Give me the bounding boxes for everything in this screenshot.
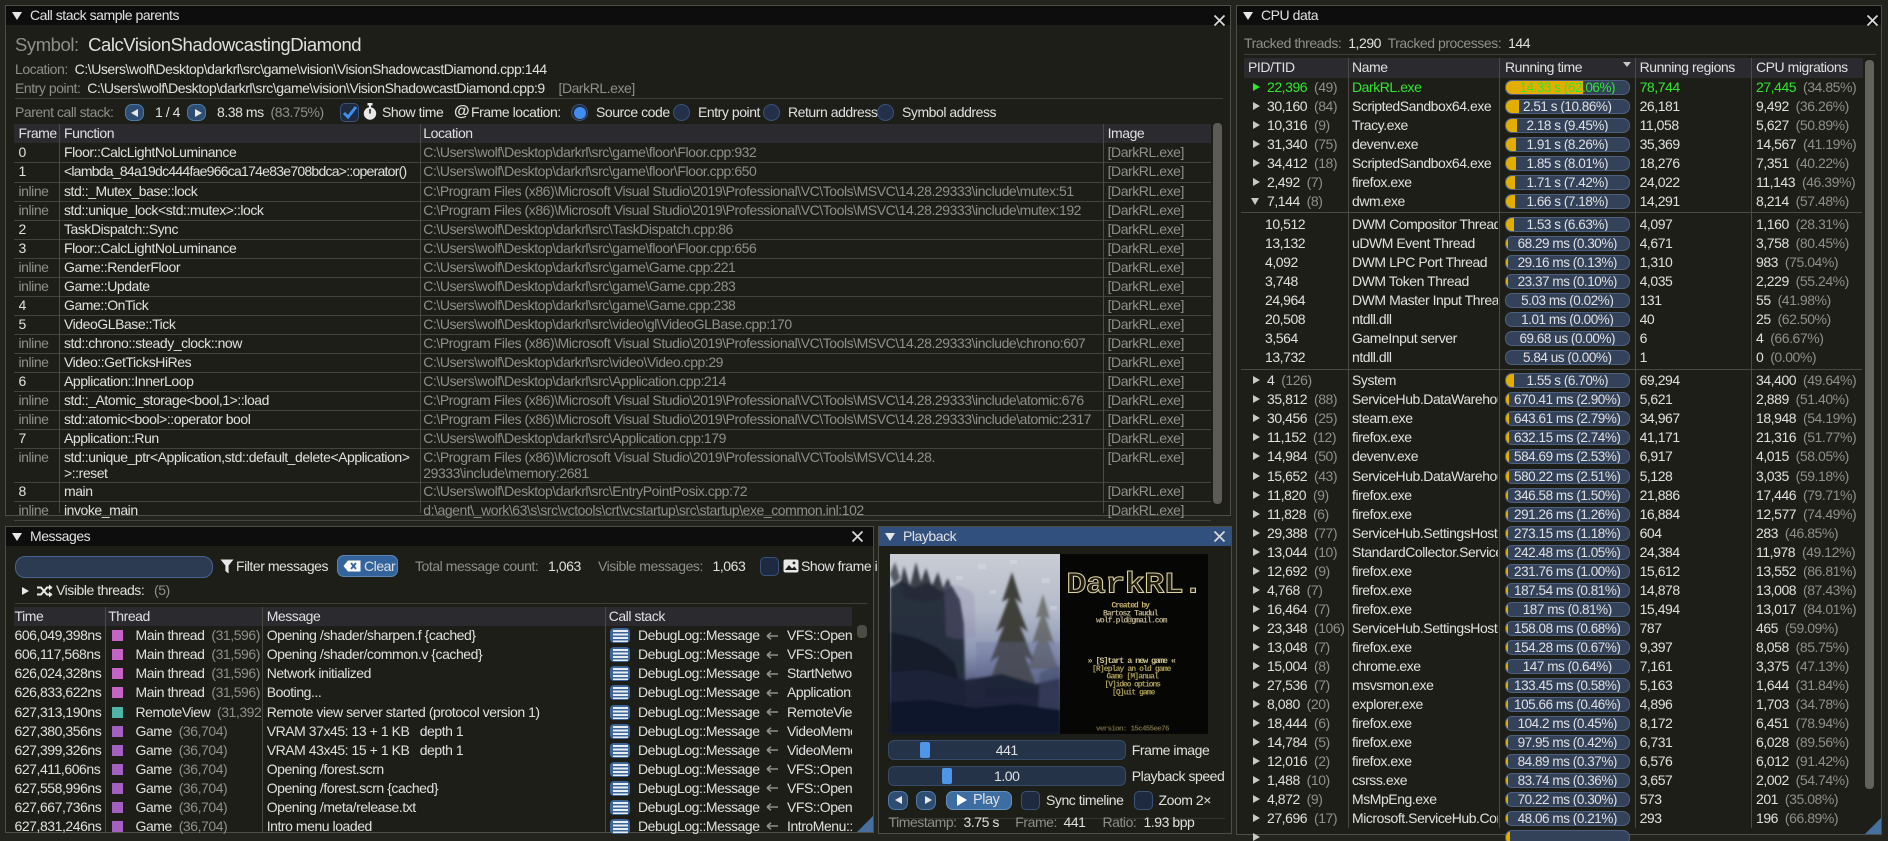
svg-text:[Q]uit game: [Q]uit game bbox=[1112, 689, 1156, 698]
svg-text:version: 15c455ee76: version: 15c455ee76 bbox=[1096, 726, 1170, 734]
svg-text:wolf.pld@gmail.com: wolf.pld@gmail.com bbox=[1096, 617, 1168, 626]
svg-text:DarkRL.: DarkRL. bbox=[1066, 569, 1202, 603]
